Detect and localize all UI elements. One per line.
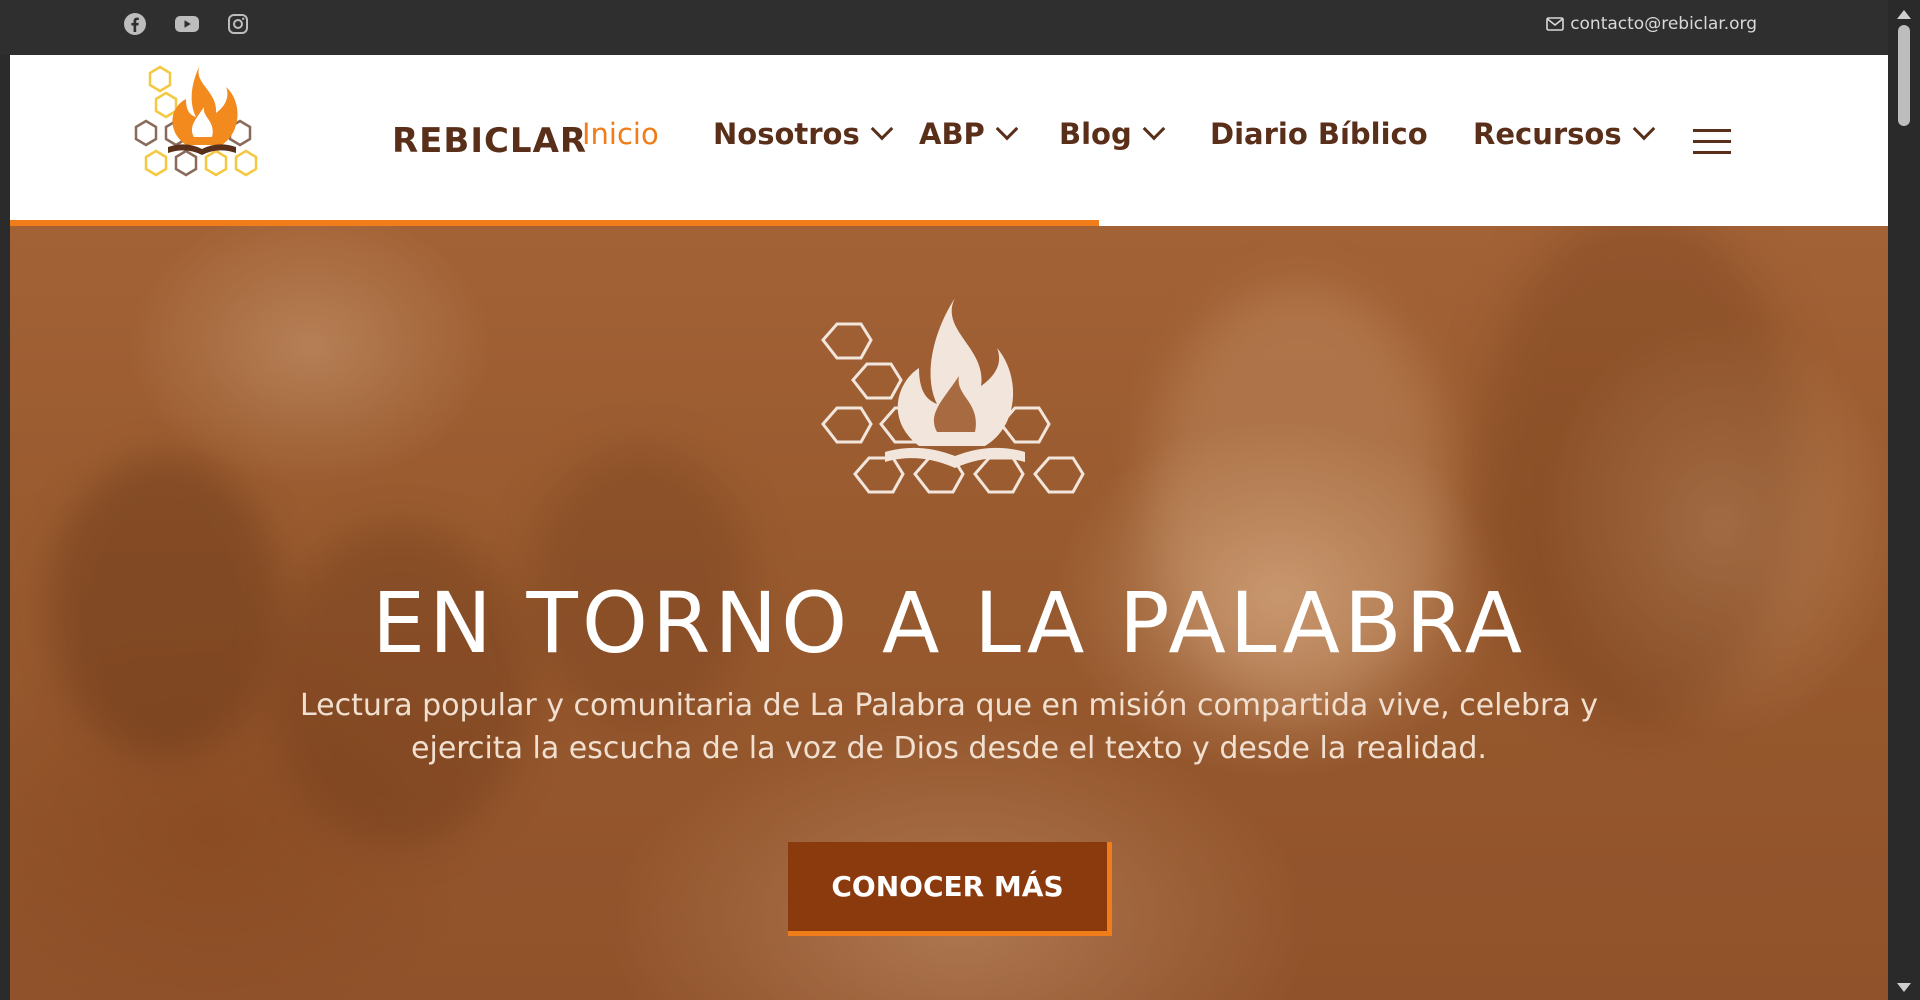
- facebook-icon[interactable]: [123, 12, 149, 38]
- top-bar: contacto@rebiclar.org: [0, 0, 1888, 55]
- nav-nosotros[interactable]: Nosotros: [713, 117, 894, 151]
- nav-blog[interactable]: Blog: [1059, 117, 1166, 151]
- envelope-icon: [1546, 17, 1564, 31]
- hero-section: EN TORNO A LA PALABRA Lectura popular y …: [10, 226, 1888, 1000]
- hero-title: EN TORNO A LA PALABRA: [371, 574, 1527, 672]
- youtube-icon[interactable]: [174, 12, 200, 38]
- scroll-thumb[interactable]: [1898, 25, 1910, 126]
- nav-recursos[interactable]: Recursos: [1473, 117, 1655, 151]
- scroll-up-arrow-icon[interactable]: [1897, 10, 1911, 19]
- chevron-down-icon: [870, 117, 894, 141]
- nav-diario-biblico[interactable]: Diario Bíblico: [1210, 117, 1428, 151]
- site-header: REBICLAR Inicio Nosotros ABP Blog Diario…: [10, 55, 1888, 226]
- site-logo[interactable]: REBICLAR: [130, 61, 586, 189]
- scroll-down-arrow-icon[interactable]: [1897, 983, 1911, 992]
- nav-abp[interactable]: ABP: [919, 117, 1019, 151]
- logo-text: REBICLAR: [392, 121, 588, 161]
- page-scrollbar[interactable]: [1888, 0, 1920, 1000]
- nav-inicio[interactable]: Inicio: [582, 117, 659, 151]
- hero-subtitle: Lectura popular y comunitaria de La Pala…: [230, 684, 1668, 770]
- chevron-down-icon: [1632, 117, 1655, 141]
- hero-subtitle-line1: Lectura popular y comunitaria de La Pala…: [299, 688, 1599, 723]
- hero-emblem-icon: [821, 298, 1085, 494]
- instagram-icon[interactable]: [226, 12, 252, 38]
- logo-emblem-icon: [134, 65, 258, 177]
- hero-subtitle-line2: ejercita la escucha de la voz de Dios de…: [411, 731, 1487, 766]
- hamburger-menu-icon[interactable]: [1693, 129, 1731, 157]
- contact-email-text: contacto@rebiclar.org: [1570, 14, 1757, 34]
- chevron-down-icon: [1142, 117, 1166, 141]
- contact-email-link[interactable]: contacto@rebiclar.org: [1546, 14, 1757, 34]
- chevron-down-icon: [995, 117, 1019, 141]
- conocer-mas-button[interactable]: CONOCER MÁS: [788, 842, 1112, 936]
